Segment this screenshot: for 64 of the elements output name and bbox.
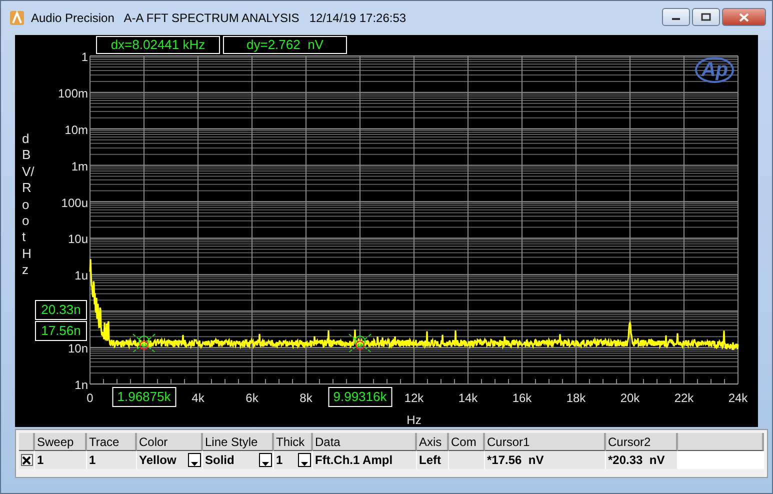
cursor-y-readout: 17.56n (35, 321, 87, 342)
cursor-x-readout: 1.96875k (112, 387, 176, 407)
y-tick-label: 100u (61, 196, 88, 210)
delta-readout: dx=8.02441 kHz (96, 36, 220, 54)
cursor-marker (132, 334, 156, 353)
row-checkbox[interactable] (20, 454, 32, 466)
app-icon (9, 10, 25, 26)
x-tick-label: 12k (404, 391, 424, 405)
cursor-marker (348, 334, 372, 353)
y-tick-label: 1m (71, 159, 88, 174)
minimize-button[interactable] (662, 8, 690, 26)
column-header[interactable]: Trace (87, 433, 137, 451)
y-tick-label: 1u (74, 268, 88, 283)
maximize-icon (701, 13, 711, 21)
y-tick-label: 10u (68, 232, 88, 246)
caret-icon (262, 461, 269, 466)
close-button[interactable] (722, 8, 766, 26)
table-cell: *17.56 nV (485, 451, 606, 469)
dropdown-button[interactable] (259, 453, 272, 467)
caret-icon (301, 461, 308, 466)
column-header[interactable]: Sweep (35, 433, 87, 451)
x-tick-label: 22k (674, 391, 694, 405)
caret-icon (191, 461, 198, 466)
x-tick-label: 20k (620, 391, 640, 405)
column-header[interactable]: Color (137, 433, 203, 451)
x-tick-label: 8k (300, 391, 312, 405)
column-header[interactable]: Com (449, 433, 485, 451)
maximize-button[interactable] (692, 8, 720, 26)
column-header[interactable]: Line Style (203, 433, 274, 451)
y-tick-label: 10n (68, 342, 88, 356)
table-cell: Fft.Ch.1 Ampl (313, 451, 417, 469)
table-cell: Left (417, 451, 449, 469)
cursor-y-readout: 20.33n (35, 300, 87, 320)
column-header[interactable]: Data (313, 433, 417, 451)
dropdown-field[interactable]: 1 (274, 451, 313, 469)
delta-readout: dy=2.762 nV (223, 36, 347, 54)
logo: Ap (695, 57, 734, 83)
dropdown-field[interactable]: Solid (203, 451, 274, 469)
x-axis-label: Hz (406, 413, 422, 427)
dropdown-button[interactable] (298, 453, 311, 467)
cursor-x-readout: 9.99316k (328, 387, 392, 407)
x-tick-label: 0 (86, 391, 94, 405)
x-tick-label: 16k (512, 391, 532, 405)
table-cell: *20.33 nV (606, 451, 678, 469)
cross-icon (22, 456, 31, 464)
y-tick-label: 1 (81, 50, 88, 64)
x-tick-label: 6k (246, 391, 258, 405)
dropdown-field[interactable]: Yellow (137, 451, 203, 469)
dropdown-button[interactable] (188, 453, 201, 467)
column-header[interactable]: Cursor2 (606, 433, 678, 451)
x-tick-label: 14k (458, 391, 478, 405)
x-tick-label: 18k (566, 391, 586, 405)
x-tick-label: 4k (192, 391, 204, 405)
column-header[interactable]: Thick (274, 433, 313, 451)
column-header[interactable]: Cursor1 (485, 433, 606, 451)
y-tick-label: 1n (74, 378, 88, 392)
y-tick-label: 100m (58, 86, 88, 100)
y-tick-label: 10m (64, 122, 88, 137)
close-icon (739, 12, 749, 22)
table-cell: 1 (87, 451, 137, 469)
window-title: Audio Precision A-A FFT SPECTRUM ANALYSIS 12/14/19 17:26:53 (31, 11, 406, 25)
x-tick-label: 24k (728, 391, 748, 405)
table-cell: 1 (35, 451, 87, 469)
column-header[interactable]: Axis (417, 433, 449, 451)
